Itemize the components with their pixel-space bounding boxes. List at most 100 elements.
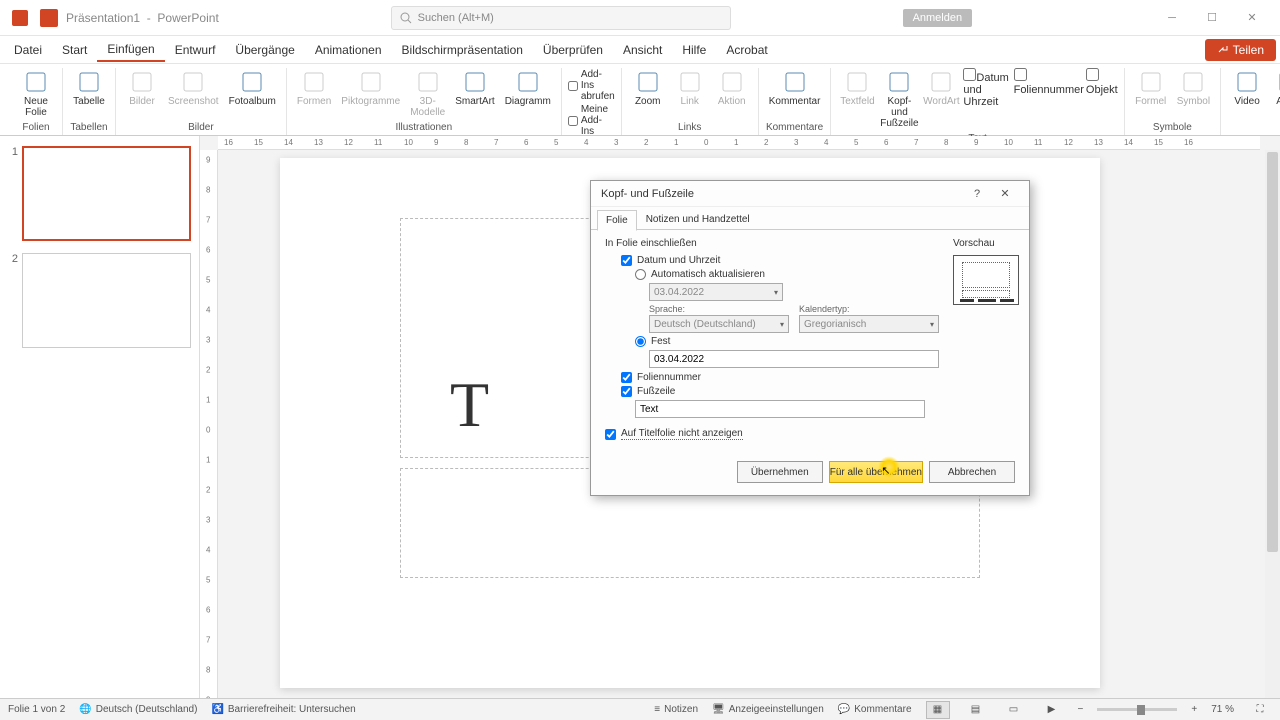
menu-bildschirmpräsentation[interactable]: Bildschirmpräsentation: [392, 39, 533, 61]
ribbon-aktion[interactable]: Aktion: [712, 68, 752, 109]
ribbon-textfeld[interactable]: Textfeld: [837, 68, 877, 109]
apply-button[interactable]: Übernehmen: [737, 461, 823, 483]
menu-animationen[interactable]: Animationen: [305, 39, 392, 61]
zoom-level[interactable]: 71 %: [1211, 704, 1234, 715]
ribbon-group-label: Symbole: [1153, 120, 1192, 135]
fixed-date-input[interactable]: [649, 350, 939, 368]
maximize-icon[interactable]: ☐: [1192, 4, 1232, 32]
dialog-title: Kopf- und Fußzeile: [601, 188, 694, 200]
ribbon-datum-und-uhrzeit[interactable]: Datum und Uhrzeit: [963, 68, 1011, 108]
calendar-select[interactable]: Gregorianisch▾: [799, 315, 939, 333]
zoom-slider[interactable]: [1097, 708, 1177, 711]
slideshow-view-icon[interactable]: ▶: [1040, 701, 1064, 719]
fixed-radio[interactable]: Fest: [635, 336, 939, 347]
search-input[interactable]: Suchen (Alt+M): [391, 6, 731, 30]
slide-counter: Folie 1 von 2: [8, 704, 65, 715]
menu-ansicht[interactable]: Ansicht: [613, 39, 672, 61]
slide-text: T: [450, 368, 489, 442]
apply-all-button[interactable]: Für alle übernehmen ↖: [829, 461, 923, 483]
ribbon-video[interactable]: Video: [1227, 68, 1267, 109]
language-select[interactable]: Deutsch (Deutschland)▾: [649, 315, 789, 333]
ribbon-smartart[interactable]: SmartArt: [451, 68, 498, 109]
preview-label: Vorschau: [953, 238, 1019, 249]
ribbon-foliennummer[interactable]: Foliennummer: [1014, 68, 1084, 96]
menu-acrobat[interactable]: Acrobat: [716, 39, 777, 61]
ribbon-tabelle[interactable]: Tabelle: [69, 68, 109, 109]
ribbon-piktogramme[interactable]: Piktogramme: [337, 68, 404, 109]
comments-button[interactable]: 💬 Kommentare: [838, 704, 912, 715]
ribbon-group-label: Kommentare: [766, 120, 823, 135]
menu-start[interactable]: Start: [52, 39, 97, 61]
ribbon-group-label: Illustrationen: [395, 120, 452, 135]
ribbon-meine-add-ins[interactable]: Meine Add-Ins: [568, 103, 615, 138]
slide-number-checkbox[interactable]: Foliennummer: [621, 372, 939, 383]
menu-entwurf[interactable]: Entwurf: [165, 39, 226, 61]
vertical-scrollbar[interactable]: [1265, 150, 1280, 698]
horizontal-ruler: 1615141312111098765432101234567891011121…: [218, 136, 1260, 150]
dialog-tab-0[interactable]: Folie: [597, 210, 637, 231]
ribbon-screenshot[interactable]: Screenshot: [164, 68, 223, 109]
close-icon[interactable]: ✕: [1232, 4, 1272, 32]
ribbon-link[interactable]: Link: [670, 68, 710, 109]
ribbon-formel[interactable]: Formel: [1131, 68, 1171, 109]
menu-überprüfen[interactable]: Überprüfen: [533, 39, 613, 61]
ribbon-objekt[interactable]: Objekt: [1086, 68, 1118, 96]
sorter-view-icon[interactable]: ▤: [964, 701, 988, 719]
normal-view-icon[interactable]: ▦: [926, 701, 950, 719]
language-indicator[interactable]: 🌐 Deutsch (Deutschland): [79, 704, 197, 715]
ribbon-group-label: Links: [678, 120, 701, 135]
vertical-ruler: 9876543210123456789: [200, 150, 218, 698]
ribbon-add-ins-abrufen[interactable]: Add-Ins abrufen: [568, 68, 615, 103]
accessibility-check[interactable]: ♿ Barrierefreiheit: Untersuchen: [211, 704, 355, 715]
header-footer-dialog: Kopf- und Fußzeile ? ✕ FolieNotizen und …: [590, 180, 1030, 496]
fit-window-icon[interactable]: ⛶: [1248, 701, 1272, 719]
minimize-icon[interactable]: ─: [1152, 4, 1192, 32]
autosave-icon[interactable]: [8, 6, 32, 30]
ribbon-neue-folie[interactable]: NeueFolie: [16, 68, 56, 120]
date-format-select[interactable]: 03.04.2022▾: [649, 283, 783, 301]
ribbon-group-label: Bilder: [188, 120, 214, 135]
ribbon-bilder[interactable]: Bilder: [122, 68, 162, 109]
include-section-label: In Folie einschließen: [605, 238, 939, 249]
ribbon-kopf--und-fußzeile[interactable]: Kopf- undFußzeile: [879, 68, 919, 131]
menu-datei[interactable]: Datei: [4, 39, 52, 61]
zoom-out-icon[interactable]: −: [1078, 704, 1084, 715]
language-label: Sprache:: [649, 304, 789, 314]
ribbon-group-label: Folien: [22, 120, 49, 135]
menu-einfügen[interactable]: Einfügen: [97, 38, 164, 62]
not-on-title-checkbox[interactable]: Auf Titelfolie nicht anzeigen: [605, 428, 939, 440]
footer-text-input[interactable]: [635, 400, 925, 418]
ribbon-zoom[interactable]: Zoom: [628, 68, 668, 109]
datetime-checkbox[interactable]: Datum und Uhrzeit: [621, 255, 939, 266]
display-settings-button[interactable]: 🖥 Anzeigeeinstellungen: [712, 704, 824, 715]
preview-thumbnail: [953, 255, 1019, 305]
auto-update-radio[interactable]: Automatisch aktualisieren: [635, 269, 939, 280]
ribbon-symbol[interactable]: Symbol: [1173, 68, 1214, 109]
notes-button[interactable]: ≡ Notizen: [654, 704, 698, 715]
reading-view-icon[interactable]: ▭: [1002, 701, 1026, 719]
slideshow-icon[interactable]: [40, 9, 58, 27]
cancel-button[interactable]: Abbrechen: [929, 461, 1015, 483]
signin-button[interactable]: Anmelden: [903, 9, 973, 27]
menu-übergänge[interactable]: Übergänge: [225, 39, 304, 61]
ribbon-fotoalbum[interactable]: Fotoalbum: [225, 68, 280, 109]
ribbon-diagramm[interactable]: Diagramm: [501, 68, 555, 109]
ribbon-group-label: Tabellen: [70, 120, 107, 135]
document-title: Präsentation1 - PowerPoint: [66, 11, 219, 25]
ribbon-audio[interactable]: Audio: [1269, 68, 1280, 109]
search-placeholder: Suchen (Alt+M): [418, 12, 494, 24]
share-button[interactable]: Teilen: [1205, 39, 1276, 61]
help-icon[interactable]: ?: [963, 188, 991, 200]
dialog-tab-1[interactable]: Notizen und Handzettel: [637, 209, 759, 230]
footer-checkbox[interactable]: Fußzeile: [621, 386, 939, 397]
menu-hilfe[interactable]: Hilfe: [672, 39, 716, 61]
ribbon-kommentar[interactable]: Kommentar: [765, 68, 825, 109]
ribbon-wordart[interactable]: WordArt: [921, 68, 961, 109]
ribbon-formen[interactable]: Formen: [293, 68, 335, 109]
calendar-label: Kalendertyp:: [799, 304, 939, 314]
zoom-in-icon[interactable]: +: [1191, 704, 1197, 715]
ribbon-3d--modelle[interactable]: 3D-Modelle: [406, 68, 449, 120]
slide-thumbnail-1[interactable]: 1: [8, 146, 191, 241]
dialog-close-icon[interactable]: ✕: [991, 187, 1019, 200]
slide-thumbnail-2[interactable]: 2: [8, 253, 191, 348]
